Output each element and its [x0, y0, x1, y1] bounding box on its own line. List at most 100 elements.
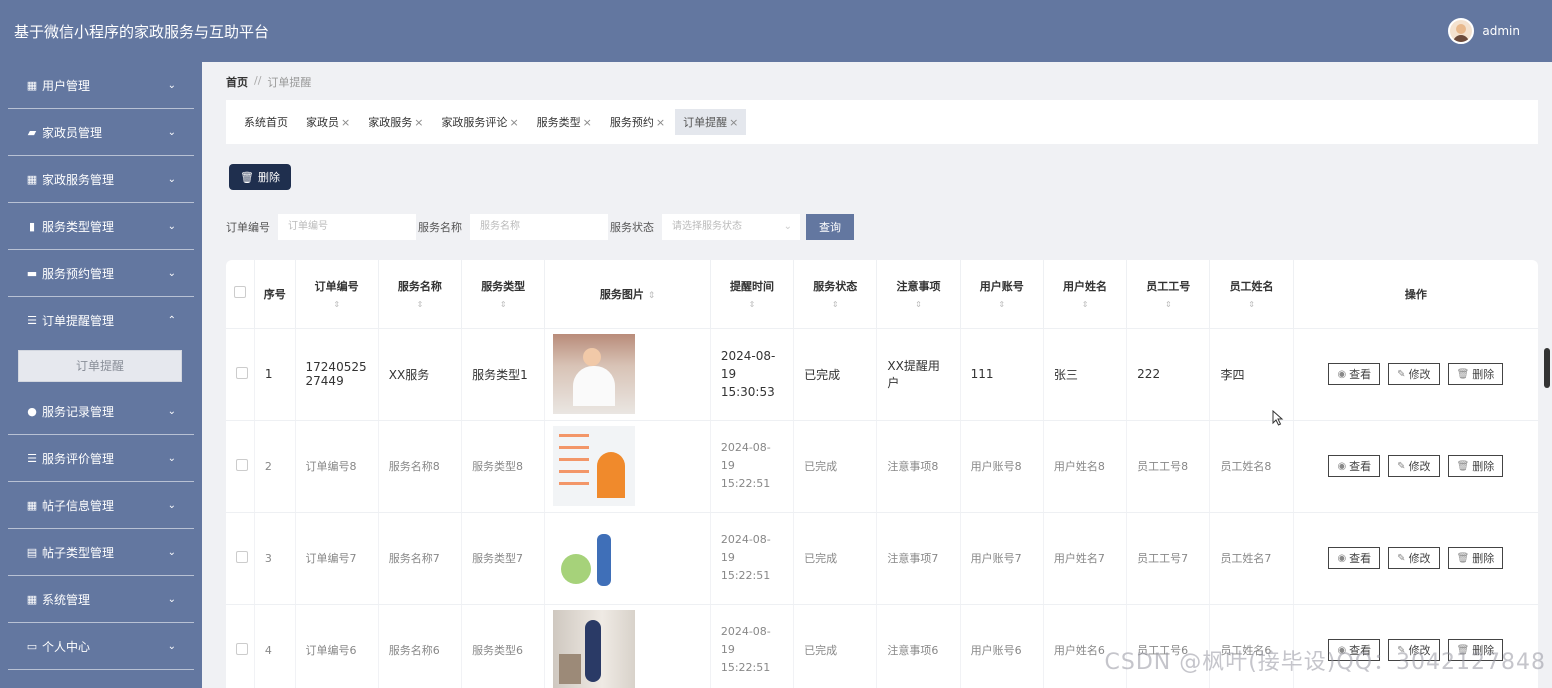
tab-service[interactable]: 家政服务 × [360, 109, 431, 135]
cell-service-name: 服务名称6 [378, 604, 463, 688]
order-number-input[interactable]: 订单编号 [278, 214, 416, 240]
chevron-down-icon: ⌄ [167, 173, 176, 185]
col-reminder-time[interactable]: 提醒时间 ⇕ [710, 260, 795, 329]
view-button[interactable]: ◉ 查看 [1328, 363, 1381, 385]
service-image[interactable] [553, 334, 636, 414]
avatar[interactable] [1448, 18, 1475, 44]
sort-icon[interactable]: ⇕ [1127, 300, 1209, 309]
tab-order-reminder[interactable]: 订单提醒 × [675, 109, 747, 135]
close-icon[interactable]: × [509, 116, 518, 129]
sidebar: ▦ 用户管理 ⌄ ▰ 家政员管理 ⌄ ▦ 家政服务管理 ⌄ ▮ 服务类型管理 ⌄ ▬ 服务… [0, 62, 202, 688]
col-service-status[interactable]: 服务状态 ⇕ [793, 260, 878, 329]
sort-icon[interactable]: ⇕ [711, 300, 793, 309]
trash-icon: 🗑 [240, 170, 254, 184]
col-order-number[interactable]: 订单编号 ⇕ [295, 260, 379, 329]
col-service-name[interactable]: 服务名称 ⇕ [378, 260, 463, 329]
tab-home[interactable]: 系统首页 [236, 109, 296, 135]
cell-service-status: 已完成 [793, 328, 878, 421]
sidebar-item-label: 服务类型管理 [42, 219, 115, 234]
tab-service-type[interactable]: 服务类型 × [529, 109, 600, 135]
sidebar-item-label: 服务评价管理 [42, 451, 115, 466]
delete-button[interactable]: 🗑 删除 [1447, 455, 1504, 477]
breadcrumb-home[interactable]: 首页 [226, 74, 248, 90]
service-image[interactable] [553, 610, 636, 688]
close-icon[interactable]: × [414, 116, 423, 129]
view-button[interactable]: ◉ 查看 [1328, 547, 1381, 569]
row-checkbox[interactable] [236, 458, 248, 471]
sort-icon[interactable]: ⇕ [877, 300, 959, 309]
cell-reminder-time: 2024-08-19 15:22:51 [710, 420, 795, 513]
sidebar-item-service-type-management[interactable]: ▮ 服务类型管理 ⌄ [8, 203, 194, 250]
sidebar-item-post-management[interactable]: ▦ 帖子信息管理 ⌄ [8, 482, 194, 529]
sidebar-item-user-management[interactable]: ▦ 用户管理 ⌄ [8, 62, 194, 109]
chevron-down-icon: ⌄ [167, 499, 176, 511]
top-header: 基于微信小程序的家政服务与互助平台 admin [0, 0, 1552, 62]
sort-icon[interactable]: ⇕ [1210, 300, 1292, 309]
sort-icon[interactable]: ⇕ [1044, 300, 1126, 309]
chevron-up-icon: ⌃ [167, 315, 176, 326]
sidebar-item-label: 服务记录管理 [42, 404, 115, 419]
sort-icon[interactable]: ⇕ [961, 300, 1043, 309]
sidebar-item-housekeeper-management[interactable]: ▰ 家政员管理 ⌄ [8, 109, 194, 156]
sidebar-item-post-type-management[interactable]: ▤ 帖子类型管理 ⌄ [8, 529, 194, 576]
cell-reminder-time: 2024-08-19 15:22:51 [710, 604, 795, 688]
sidebar-item-review-management[interactable]: ☰ 服务评价管理 ⌄ [8, 435, 194, 482]
col-user-name[interactable]: 用户姓名 ⇕ [1043, 260, 1128, 329]
order-number-label: 订单编号 [226, 221, 270, 234]
row-checkbox[interactable] [236, 642, 248, 655]
close-icon[interactable]: × [583, 116, 592, 129]
col-notes[interactable]: 注意事项 ⇕ [876, 260, 961, 329]
service-image[interactable] [553, 518, 636, 598]
chevron-down-icon: ⌄ [167, 220, 176, 232]
row-checkbox[interactable] [236, 550, 248, 563]
chevron-down-icon: ⌄ [167, 267, 176, 279]
sort-icon[interactable]: ⇕ [462, 300, 544, 309]
tab-service-review[interactable]: 家政服务评论 × [433, 109, 526, 135]
sidebar-item-service-management[interactable]: ▦ 家政服务管理 ⌄ [8, 156, 194, 203]
delete-button[interactable]: 🗑 删除 [1447, 547, 1504, 569]
sidebar-item-appointment-management[interactable]: ▬ 服务预约管理 ⌄ [8, 250, 194, 297]
sidebar-item-system-management[interactable]: ▦ 系统管理 ⌄ [8, 576, 194, 623]
sort-icon[interactable]: ⇕ [296, 300, 378, 309]
col-staff-name[interactable]: 员工姓名 ⇕ [1209, 260, 1294, 329]
main-content: 首页 // 订单提醒 系统首页 家政员 × 家政服务 × 家政服务评论 × 服务类型 ×… [202, 62, 1552, 688]
row-actions: ◉ 查看 ✎ 修改 🗑 删除 [1304, 455, 1528, 477]
sort-icon[interactable]: ⇕ [379, 300, 461, 309]
app-title: 基于微信小程序的家政服务与互助平台 [14, 22, 270, 41]
sidebar-item-service-record-management[interactable]: ● 服务记录管理 ⌄ [8, 388, 194, 435]
edit-button[interactable]: ✎ 修改 [1388, 547, 1440, 569]
sort-icon[interactable]: ⇕ [794, 300, 876, 309]
user-menu[interactable]: admin [1448, 18, 1520, 44]
close-icon[interactable]: × [341, 116, 350, 129]
sidebar-item-label: 服务预约管理 [42, 266, 115, 281]
tab-housekeeper[interactable]: 家政员 × [298, 109, 358, 135]
select-all-checkbox[interactable] [233, 286, 246, 299]
sidebar-item-label: 帖子信息管理 [42, 498, 115, 513]
edit-button[interactable]: ✎ 修改 [1388, 455, 1440, 477]
username[interactable]: admin [1482, 24, 1520, 38]
col-staff-id[interactable]: 员工工号 ⇕ [1126, 260, 1211, 329]
sidebar-item-order-reminder-management[interactable]: ☰ 订单提醒管理 ⌃ [8, 297, 194, 344]
row-checkbox[interactable] [236, 366, 248, 379]
chevron-down-icon: ⌄ [167, 546, 176, 558]
cell-service-name: 服务名称8 [378, 420, 463, 513]
col-service-type[interactable]: 服务类型 ⇕ [461, 260, 546, 329]
edit-button[interactable]: ✎ 修改 [1388, 363, 1440, 385]
service-name-input[interactable]: 服务名称 [470, 214, 608, 240]
col-user-account[interactable]: 用户账号 ⇕ [960, 260, 1044, 329]
tab-appointment[interactable]: 服务预约 × [602, 109, 673, 135]
col-service-image[interactable]: 服务图片 ⇕ [544, 260, 711, 329]
close-icon[interactable]: × [729, 116, 738, 129]
vertical-scrollbar[interactable] [1544, 348, 1550, 388]
cell-user-name: 张三 [1043, 328, 1128, 421]
sort-icon[interactable]: ⇕ [648, 291, 656, 301]
service-image[interactable] [553, 426, 636, 506]
bulk-delete-button[interactable]: 🗑 删除 [229, 164, 291, 190]
sidebar-item-personal-center[interactable]: ▭ 个人中心 ⌄ [8, 623, 194, 670]
service-status-select[interactable]: 请选择服务状态 ⌄ [662, 214, 800, 240]
query-button[interactable]: 查询 [806, 214, 854, 240]
submenu-item-order-reminder[interactable]: 订单提醒 [18, 350, 182, 382]
view-button[interactable]: ◉ 查看 [1328, 455, 1381, 477]
close-icon[interactable]: × [656, 116, 665, 129]
delete-button[interactable]: 🗑 删除 [1447, 363, 1504, 385]
